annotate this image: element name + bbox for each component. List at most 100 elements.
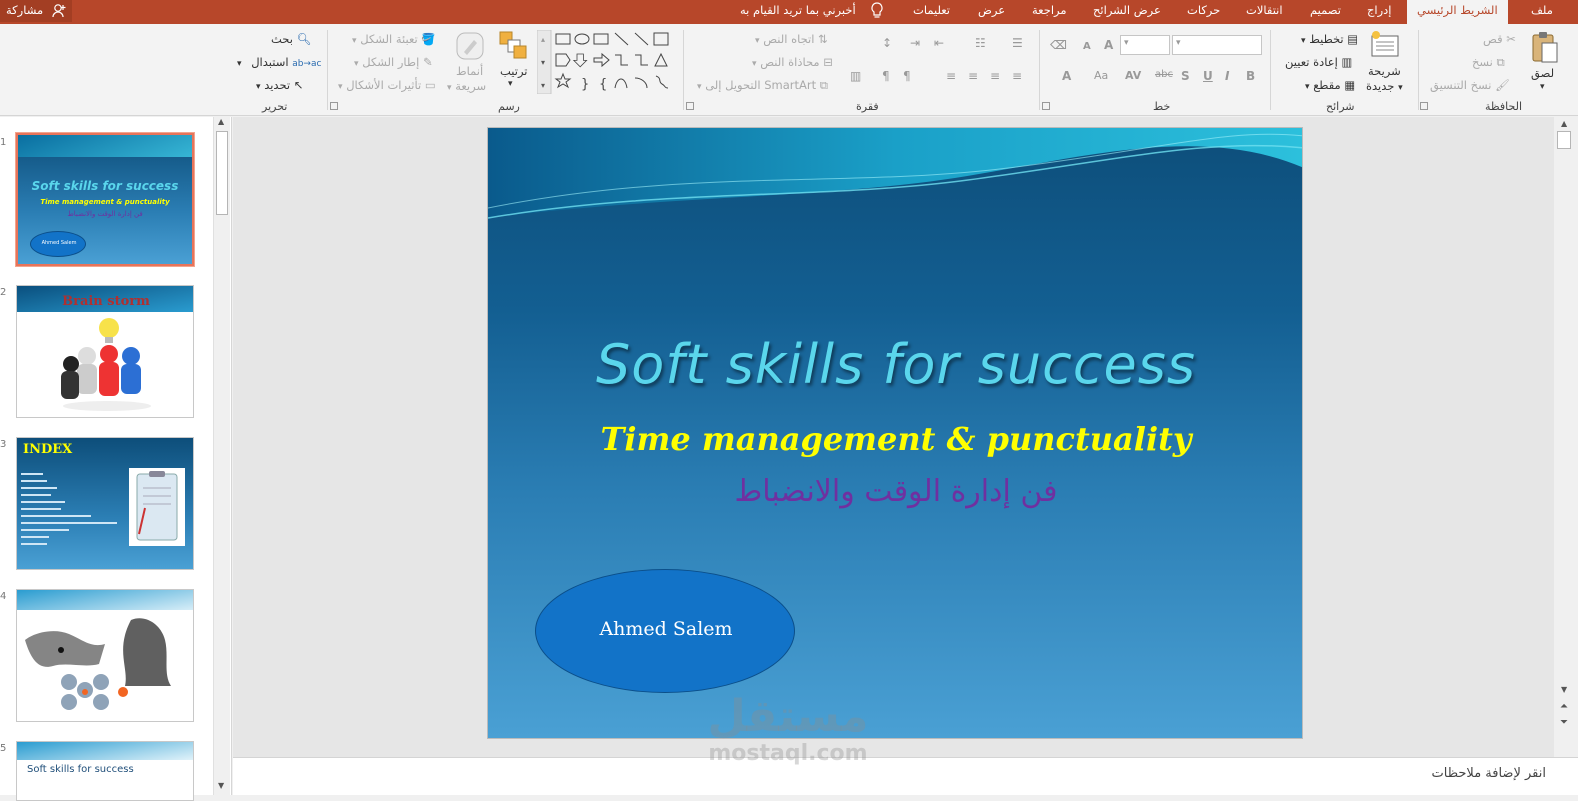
cut-label: قص xyxy=(1483,32,1503,46)
paragraph-launcher-icon[interactable] xyxy=(686,102,694,110)
arrange-button[interactable]: ترتيب xyxy=(500,64,528,78)
current-slide[interactable]: Soft skills for success Time management … xyxy=(487,127,1303,739)
tab-file[interactable]: ملف xyxy=(1531,0,1553,24)
quick-styles-line1[interactable]: أنماط xyxy=(456,64,483,78)
copy-button[interactable]: نسخ ⧉ xyxy=(1472,55,1505,70)
align-right-icon[interactable]: ≡ xyxy=(1012,69,1022,83)
scrollbar-thumb[interactable] xyxy=(1557,131,1571,149)
font-launcher-icon[interactable] xyxy=(1042,102,1050,110)
arrange-icon[interactable] xyxy=(498,30,528,60)
line-spacing-icon[interactable]: ↕ xyxy=(882,36,892,50)
rtl-icon[interactable]: ¶ xyxy=(903,69,911,83)
thumbnail-slide-4[interactable] xyxy=(16,589,194,722)
clear-formatting-icon[interactable]: ⌫ xyxy=(1050,38,1067,52)
chevron-down-icon[interactable]: ▾ xyxy=(508,79,513,89)
quick-styles-icon[interactable] xyxy=(454,30,486,62)
shape-outline-button[interactable]: ▾ إطار الشكل ✎ xyxy=(354,55,433,69)
columns-icon[interactable]: ▥ xyxy=(850,69,861,83)
thumbnail-slide-5[interactable]: Soft skills for success xyxy=(16,741,194,801)
chevron-down-icon: ▾ xyxy=(354,59,359,69)
section-label: مقطع xyxy=(1313,78,1341,92)
clipboard-launcher-icon[interactable] xyxy=(1420,102,1428,110)
slide-arabic-text[interactable]: فن إدارة الوقت والانضباط xyxy=(488,474,1302,509)
tab-home[interactable]: الشريط الرئيسي xyxy=(1407,0,1508,24)
tab-view[interactable]: عرض xyxy=(978,0,1005,24)
italic-button[interactable]: I xyxy=(1225,69,1229,83)
grow-font-button[interactable]: A xyxy=(1104,38,1113,52)
tab-insert[interactable]: إدراج xyxy=(1367,0,1392,24)
presenter-oval-shape[interactable]: Ahmed Salem xyxy=(535,569,795,693)
paste-dropdown-arrow[interactable]: ▾ xyxy=(1540,82,1545,92)
tab-transitions[interactable]: انتقالات xyxy=(1246,0,1283,24)
change-case-button[interactable]: Aa xyxy=(1094,69,1108,82)
paragraph-group-label: فقرة xyxy=(856,100,879,113)
new-slide-button[interactable]: جديدة ▾ xyxy=(1366,79,1403,93)
tab-review[interactable]: مراجعة xyxy=(1032,0,1067,24)
share-button[interactable]: مشاركة xyxy=(0,0,72,22)
scroll-down-icon[interactable]: ▼ xyxy=(1561,685,1567,694)
align-text-button[interactable]: ▾ محاذاة النص ⊟ xyxy=(752,55,833,69)
notes-pane[interactable]: انقر لإضافة ملاحظات xyxy=(233,757,1578,795)
quick-styles-button[interactable]: ▾ سريعة xyxy=(447,79,486,93)
format-painter-button[interactable]: نسخ التنسيق 🖌 xyxy=(1430,78,1510,92)
bullets-icon[interactable]: ☰ xyxy=(1012,36,1023,50)
scroll-down-icon[interactable]: ▼ xyxy=(218,781,224,790)
strikethrough-button[interactable]: abc xyxy=(1155,69,1173,80)
paste-button[interactable]: لصق xyxy=(1531,66,1554,80)
cut-button[interactable]: قص ✂ xyxy=(1483,32,1516,46)
align-center-icon[interactable]: ≡ xyxy=(990,69,1000,83)
tell-me-search[interactable]: أخبرني بما تريد القيام به xyxy=(740,0,856,20)
section-button[interactable]: ▾ مقطع ▦ xyxy=(1305,78,1355,92)
character-spacing-button[interactable]: AV xyxy=(1125,69,1141,82)
justify-icon[interactable]: ≡ xyxy=(946,69,956,83)
shrink-font-button[interactable]: A xyxy=(1083,41,1091,52)
paste-icon[interactable] xyxy=(1530,30,1560,64)
shape-fill-button[interactable]: ▾ تعبئة الشكل 🪣 xyxy=(352,32,436,46)
bold-button[interactable]: B xyxy=(1246,69,1255,83)
tab-design[interactable]: تصميم xyxy=(1310,0,1341,24)
layout-button[interactable]: ▾ تخطيط ▤ xyxy=(1301,32,1358,46)
increase-indent-icon[interactable]: ⇥ xyxy=(910,36,920,50)
font-color-button[interactable]: A xyxy=(1062,69,1071,83)
smartart-button[interactable]: ▾ التحويل إلى SmartArt ⧉ xyxy=(697,78,828,93)
underline-button[interactable]: U xyxy=(1203,69,1213,83)
ribbon-tab-bar: ملف الشريط الرئيسي إدراج تصميم انتقالات … xyxy=(0,0,1578,24)
thumbnail-slide-2[interactable]: Brain storm xyxy=(16,285,194,418)
find-button[interactable]: بحث 🔍︎ xyxy=(271,32,311,46)
shapes-gallery[interactable]: ▴ ▾ ▾ } { xyxy=(537,30,673,94)
presenter-name[interactable]: Ahmed Salem xyxy=(536,618,796,640)
tab-animations[interactable]: حركات xyxy=(1187,0,1220,24)
tab-slideshow[interactable]: عرض الشرائح xyxy=(1093,0,1161,24)
select-button[interactable]: ▾ تحديد ↖ xyxy=(256,78,303,92)
shadow-button[interactable]: S xyxy=(1181,69,1190,83)
numbering-icon[interactable]: ☷ xyxy=(975,36,986,50)
slide-thumbnail-pane: 1 Soft skills for success Time managemen… xyxy=(0,117,232,801)
new-slide-line1[interactable]: شريحة xyxy=(1368,64,1401,78)
thumbnail-slide-3[interactable]: INDEX xyxy=(16,437,194,570)
scroll-up-icon[interactable]: ▲ xyxy=(1561,119,1567,128)
thumbnail-scrollbar[interactable]: ▲ ▼ xyxy=(213,117,230,795)
align-left-icon[interactable]: ≡ xyxy=(968,69,978,83)
font-name-combo[interactable]: ▾ xyxy=(1172,35,1262,55)
scroll-up-icon[interactable]: ▲ xyxy=(218,117,224,126)
notes-placeholder[interactable]: انقر لإضافة ملاحظات xyxy=(1432,766,1546,781)
slide-scrollbar[interactable]: ▲ ▼ ⏶ ⏷ xyxy=(1554,117,1578,757)
smartart-label: التحويل إلى SmartArt xyxy=(705,78,817,92)
slide-subtitle[interactable]: Time management & punctuality xyxy=(488,420,1302,458)
next-slide-icon[interactable]: ⏷ xyxy=(1560,717,1568,728)
drawing-launcher-icon[interactable] xyxy=(330,102,338,110)
shape-effects-button[interactable]: ▾ تأثيرات الأشكال ▭ xyxy=(338,78,436,92)
scrollbar-thumb[interactable] xyxy=(216,131,228,215)
text-direction-button[interactable]: ▾ اتجاه النص ⇅ xyxy=(755,32,828,46)
decrease-indent-icon[interactable]: ⇤ xyxy=(934,36,944,50)
previous-slide-icon[interactable]: ⏶ xyxy=(1560,701,1568,712)
ltr-icon[interactable]: ¶ xyxy=(882,69,890,83)
new-slide-icon[interactable] xyxy=(1370,30,1402,60)
thumbnail-slide-1[interactable]: Soft skills for success Time management … xyxy=(16,133,194,266)
font-size-combo[interactable]: ▾ xyxy=(1120,35,1170,55)
thumbnail-index-lines xyxy=(21,468,121,550)
slide-title[interactable]: Soft skills for success xyxy=(488,333,1302,396)
reset-button[interactable]: إعادة تعيين ▥ xyxy=(1285,55,1352,69)
tab-help[interactable]: تعليمات xyxy=(913,0,950,24)
replace-button[interactable]: ▾ استبدال ab→ac xyxy=(237,55,321,69)
